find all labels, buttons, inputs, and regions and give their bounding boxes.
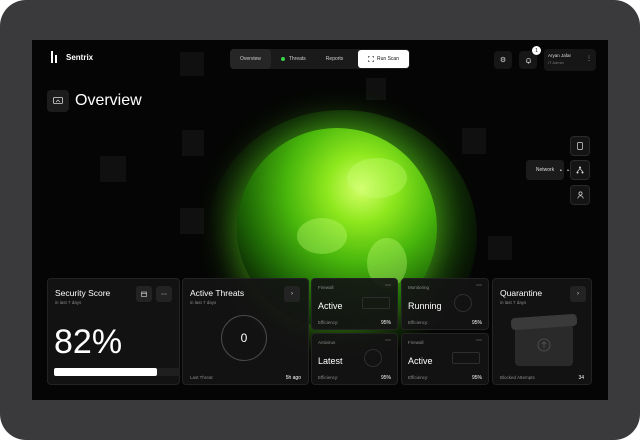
globe-landmass bbox=[347, 158, 407, 198]
card-label: Antivirus bbox=[318, 340, 336, 345]
network-icon bbox=[576, 166, 584, 174]
logo-icon bbox=[50, 51, 60, 63]
notification-count-badge: 1 bbox=[532, 46, 541, 55]
background-tile bbox=[100, 156, 126, 182]
card-label: Monitoring bbox=[408, 285, 430, 290]
card-state: Active bbox=[408, 356, 433, 366]
settings-button[interactable]: ⚙ bbox=[494, 51, 512, 69]
monitor-icon bbox=[53, 97, 63, 104]
tab-label: Threats bbox=[288, 56, 306, 62]
security-score-progress bbox=[54, 368, 180, 376]
card-subtitle: in last 7 days bbox=[190, 300, 217, 305]
background-tile bbox=[366, 78, 386, 100]
globe-landmass bbox=[297, 218, 347, 254]
more-horizontal-icon[interactable]: ⋯ bbox=[385, 282, 391, 289]
firewall-wall-icon bbox=[362, 297, 390, 309]
efficiency-value: 95% bbox=[471, 375, 482, 381]
run-scan-label: Run Scan bbox=[377, 56, 399, 62]
background-tile bbox=[462, 128, 486, 154]
threat-count-ring: 0 bbox=[221, 315, 267, 361]
app-name: Sentrix bbox=[66, 52, 94, 62]
card-label: Firewall bbox=[408, 340, 424, 345]
card-title: Quarantine bbox=[500, 288, 543, 298]
brand-logo[interactable]: Sentrix bbox=[50, 51, 93, 63]
quarantine-box-icon bbox=[515, 324, 573, 366]
efficiency-value: 95% bbox=[380, 320, 391, 326]
card-state: Running bbox=[408, 301, 442, 311]
security-score-value: 82% bbox=[54, 323, 123, 361]
tab-label: Reports bbox=[325, 56, 344, 62]
last-threat-value: 5h ago bbox=[285, 375, 301, 381]
background-tile bbox=[182, 130, 204, 156]
shield-check-icon bbox=[364, 349, 382, 367]
card-subtitle: in last 7 days bbox=[500, 300, 527, 305]
open-threats-button[interactable]: › bbox=[284, 286, 300, 302]
more-horizontal-icon: ⋯ bbox=[161, 291, 167, 298]
card-title: Security Score bbox=[55, 288, 111, 298]
upload-icon bbox=[537, 338, 551, 352]
background-tile bbox=[488, 236, 512, 260]
blocked-attempts-label: Blocked Attempts bbox=[500, 375, 535, 380]
calendar-button[interactable] bbox=[136, 286, 152, 302]
device-frame: Sentrix Overview Threats Reports Run Sca… bbox=[0, 0, 640, 440]
run-scan-button[interactable]: Run Scan bbox=[358, 50, 409, 68]
tab-label: Overview bbox=[240, 56, 261, 62]
card-label: Firewall bbox=[318, 285, 334, 290]
chevron-right-icon: › bbox=[577, 291, 579, 297]
more-horizontal-icon[interactable]: ⋯ bbox=[476, 337, 482, 344]
card-state: Latest bbox=[318, 356, 343, 366]
open-quarantine-button[interactable]: › bbox=[570, 286, 586, 302]
scan-icon bbox=[368, 56, 375, 62]
side-device-button[interactable] bbox=[570, 136, 590, 156]
tab-overview[interactable]: Overview bbox=[230, 49, 271, 69]
bell-icon bbox=[525, 57, 531, 63]
side-network-button[interactable] bbox=[570, 160, 590, 180]
efficiency-label: Efficiency: bbox=[318, 320, 339, 325]
background-tile bbox=[180, 208, 204, 234]
user-name: Aryan Jafar bbox=[548, 53, 572, 58]
more-horizontal-icon[interactable]: ⋯ bbox=[385, 337, 391, 344]
tooltip-connector-icon: • • bbox=[560, 168, 571, 174]
page-title: Overview bbox=[75, 92, 142, 109]
page-icon bbox=[47, 90, 69, 112]
top-bar: Sentrix Overview Threats Reports Run Sca… bbox=[32, 40, 608, 76]
app-screen: Sentrix Overview Threats Reports Run Sca… bbox=[32, 40, 608, 400]
tab-threats[interactable]: Threats bbox=[271, 49, 316, 69]
firewall-card-secondary[interactable]: Firewall ⋯ Active Efficiency: 95% bbox=[401, 333, 489, 385]
card-title: Active Threats bbox=[190, 288, 245, 298]
user-icon bbox=[576, 191, 584, 199]
chevron-right-icon: › bbox=[291, 291, 293, 297]
network-tooltip: Network bbox=[526, 160, 564, 180]
side-user-button[interactable] bbox=[570, 185, 590, 205]
more-horizontal-icon[interactable]: ⋯ bbox=[476, 282, 482, 289]
progress-fill bbox=[54, 368, 158, 376]
efficiency-value: 95% bbox=[471, 320, 482, 326]
firewall-wall-icon bbox=[452, 352, 480, 364]
efficiency-label: Efficiency: bbox=[408, 320, 429, 325]
firewall-card[interactable]: Firewall ⋯ Active Efficiency: 95% bbox=[311, 278, 398, 330]
monitor-play-icon bbox=[454, 294, 472, 312]
gear-icon: ⚙ bbox=[499, 57, 507, 64]
card-subtitle: in last 7 days bbox=[55, 300, 82, 305]
user-menu[interactable]: Aryan Jafar IT Admin ⋮ bbox=[544, 49, 596, 71]
blocked-attempts-value: 34 bbox=[578, 375, 584, 381]
calendar-icon bbox=[141, 291, 147, 297]
user-role: IT Admin bbox=[548, 60, 564, 65]
device-icon bbox=[577, 142, 583, 150]
card-state: Active bbox=[318, 301, 343, 311]
monitoring-card[interactable]: Monitoring ⋯ Running Efficiency: 95% bbox=[401, 278, 489, 330]
antivirus-card[interactable]: Antivirus ⋯ Latest Efficiency: 95% bbox=[311, 333, 398, 385]
status-dot-icon bbox=[280, 57, 285, 61]
more-vertical-icon: ⋮ bbox=[586, 56, 592, 62]
efficiency-label: Efficiency: bbox=[318, 375, 339, 380]
more-options-button[interactable]: ⋯ bbox=[156, 286, 172, 302]
last-threat-label: Last Threat bbox=[190, 375, 213, 380]
efficiency-value: 95% bbox=[380, 375, 391, 381]
tab-reports[interactable]: Reports bbox=[316, 49, 354, 69]
efficiency-label: Efficiency: bbox=[408, 375, 429, 380]
